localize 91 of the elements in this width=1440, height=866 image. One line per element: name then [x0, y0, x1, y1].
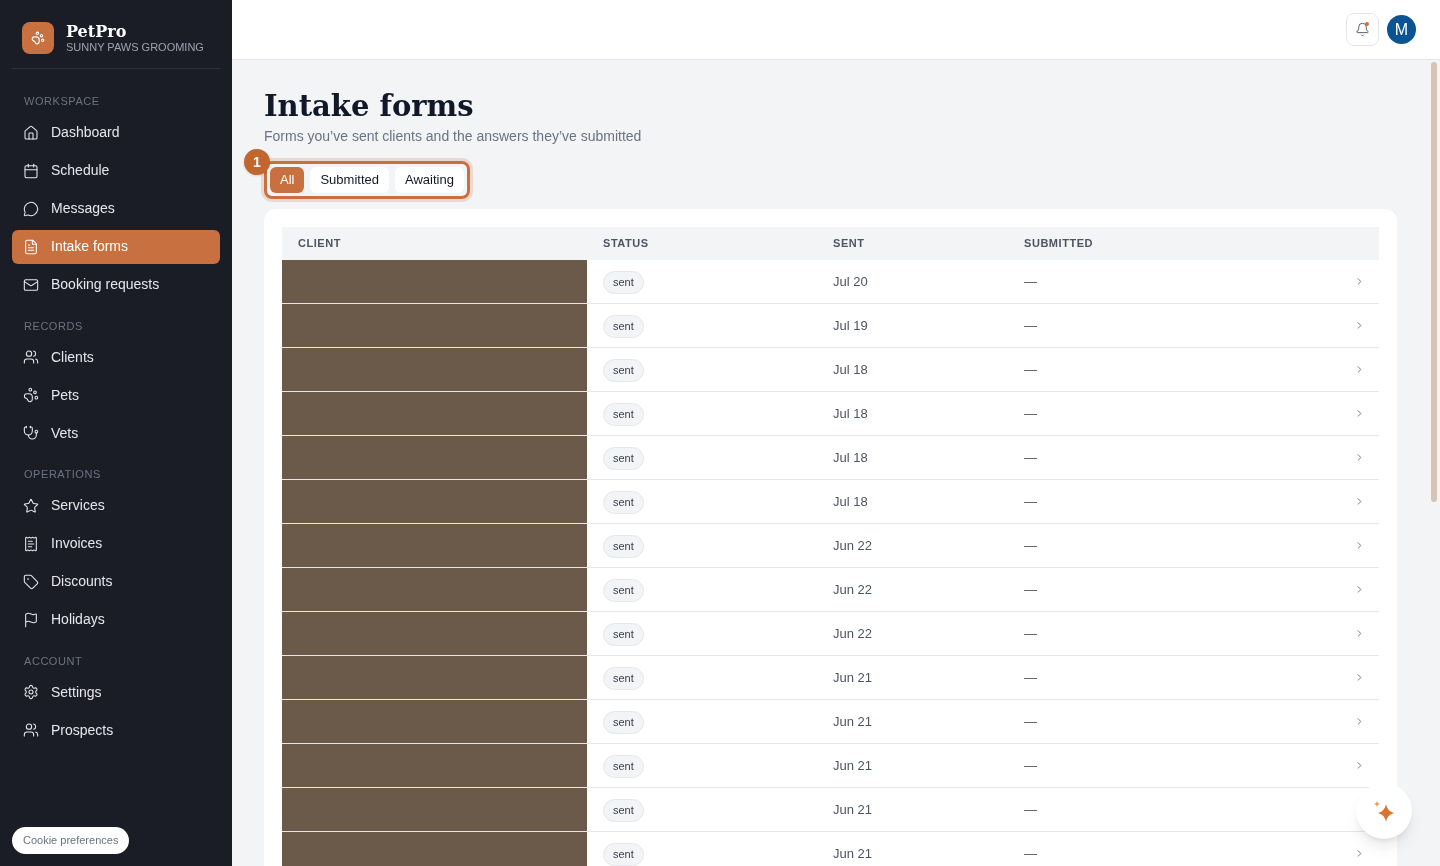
- status-badge: sent: [603, 535, 644, 558]
- sidebar-item[interactable]: Pets: [12, 378, 220, 412]
- brand-subtitle: SUNNY PAWS GROOMING: [66, 41, 204, 53]
- table-cell-text: —: [1023, 536, 1038, 555]
- sidebar-item[interactable]: Holidays: [12, 602, 220, 637]
- page-title: Intake forms: [264, 88, 475, 124]
- table-cell-text: Jul 20: [832, 272, 869, 291]
- sidebar-item[interactable]: Intake forms: [12, 229, 220, 264]
- filter-tab[interactable]: Awaiting: [395, 167, 464, 193]
- section-label: WORKSPACE: [23, 94, 101, 109]
- column-header: SENT: [832, 236, 866, 252]
- bell-icon: [1355, 22, 1370, 37]
- status-badge: sent: [603, 755, 644, 778]
- sidebar-item[interactable]: Settings: [12, 675, 220, 709]
- table-cell-text: Jun 22: [832, 580, 874, 599]
- logo-icon: [22, 22, 54, 54]
- page-subtitle: Forms you’ve sent clients and the answers they’ve submitted: [264, 127, 643, 146]
- table-cell-text: —: [1023, 272, 1038, 291]
- flag-icon: [23, 611, 39, 628]
- tag-icon: [23, 573, 39, 590]
- sidebar-item[interactable]: Booking requests: [12, 267, 220, 302]
- status-badge: sent: [603, 403, 644, 426]
- column-header: STATUS: [602, 236, 650, 252]
- receipt-icon: [23, 535, 39, 552]
- table-cell-text: —: [1023, 800, 1038, 819]
- table-cell-text: —: [1023, 360, 1038, 379]
- sidebar-item[interactable]: Clients: [12, 340, 220, 374]
- section-label: ACCOUNT: [23, 653, 84, 669]
- table-cell-text: —: [1023, 844, 1038, 863]
- brand-name: PetPro: [66, 23, 128, 40]
- people-icon: [23, 722, 39, 738]
- status-badge: sent: [603, 271, 644, 294]
- table-cell-text: —: [1023, 404, 1038, 423]
- settings-icon: [23, 684, 39, 700]
- table-cell-text: Jul 18: [832, 492, 869, 511]
- status-badge: sent: [603, 359, 644, 382]
- table-cell-text: Jun 21: [832, 668, 874, 687]
- status-badge: sent: [603, 579, 644, 602]
- status-badge: sent: [603, 491, 644, 514]
- cookie-preferences-button[interactable]: Cookie preferences: [12, 827, 130, 854]
- stethoscope-icon: [23, 425, 39, 441]
- table-cell-text: —: [1023, 712, 1038, 731]
- paw-icon: [23, 387, 39, 403]
- people-icon: [23, 349, 39, 365]
- home-icon: [23, 124, 39, 141]
- column-header: SUBMITTED: [1023, 236, 1095, 252]
- status-badge: sent: [603, 447, 644, 470]
- star-icon: [23, 497, 39, 514]
- status-badge: sent: [603, 315, 644, 338]
- envelope-icon: [23, 276, 39, 293]
- table-cell-text: Jun 21: [832, 712, 874, 731]
- table-cell-text: Jul 18: [832, 448, 869, 467]
- document-icon: [23, 238, 39, 255]
- status-badge: sent: [603, 667, 644, 690]
- table-cell-text: Jul 18: [832, 360, 869, 379]
- sidebar-item[interactable]: Invoices: [12, 526, 220, 561]
- table-cell-text: —: [1023, 624, 1038, 643]
- sidebar-item[interactable]: Messages: [12, 191, 220, 226]
- table-cell-text: —: [1023, 448, 1038, 467]
- table-cell-text: Jun 22: [832, 624, 874, 643]
- status-badge: sent: [603, 843, 644, 866]
- sidebar-item[interactable]: Dashboard: [12, 115, 220, 150]
- table-cell-text: —: [1023, 756, 1038, 775]
- status-badge: sent: [603, 799, 644, 822]
- status-badge: sent: [603, 711, 644, 734]
- sidebar-item[interactable]: Services: [12, 488, 220, 523]
- filter-tab[interactable]: All: [270, 167, 305, 193]
- sidebar-item[interactable]: Schedule: [12, 153, 220, 188]
- calendar-icon: [23, 162, 39, 179]
- filter-tab[interactable]: Submitted: [310, 167, 389, 193]
- user-avatar[interactable]: M: [1387, 15, 1416, 44]
- table-cell-text: Jun 22: [832, 536, 874, 555]
- status-badge: sent: [603, 623, 644, 646]
- sidebar-item[interactable]: Prospects: [12, 713, 220, 747]
- table-cell-text: Jun 21: [832, 844, 874, 863]
- table-cell-text: —: [1023, 316, 1038, 335]
- column-header: CLIENT: [297, 236, 343, 252]
- step-badge: 1: [244, 149, 270, 175]
- table-cell-text: Jun 21: [832, 756, 874, 775]
- chat-bubble-icon: [23, 200, 39, 217]
- notification-button[interactable]: [1346, 13, 1379, 46]
- table-cell-text: Jul 19: [832, 316, 869, 335]
- sidebar-item[interactable]: Discounts: [12, 564, 220, 599]
- sidebar-item[interactable]: Vets: [12, 416, 220, 450]
- table-cell-text: —: [1023, 580, 1038, 599]
- table-cell-text: Jul 18: [832, 404, 869, 423]
- table-cell-text: —: [1023, 668, 1038, 687]
- section-label: OPERATIONS: [23, 467, 102, 482]
- table-cell-text: Jun 21: [832, 800, 874, 819]
- section-label: RECORDS: [23, 318, 84, 334]
- table-cell-text: —: [1023, 492, 1038, 511]
